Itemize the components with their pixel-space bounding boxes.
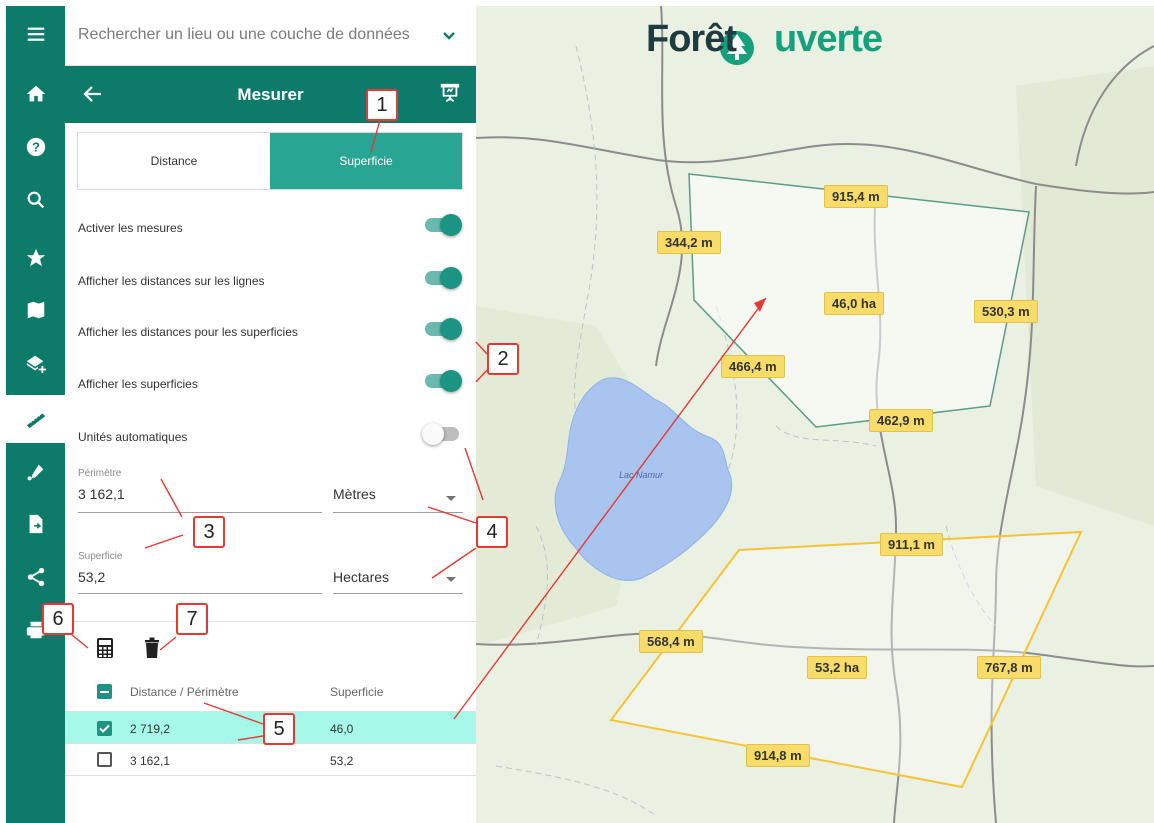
svg-text:?: ? <box>32 140 40 155</box>
measure-mode-tabs: Distance Superficie <box>77 132 463 190</box>
map-distance-label: 767,8 m <box>977 656 1041 679</box>
select-all-checkbox[interactable] <box>97 684 112 699</box>
menu-icon[interactable] <box>6 10 65 58</box>
toggle-row-distances-lignes: Afficher les distances sur les lignes <box>78 265 468 295</box>
presentation-icon[interactable] <box>439 82 461 104</box>
map-distance-label: 914,8 m <box>746 744 810 767</box>
column-header-distance: Distance / Périmètre <box>130 685 239 699</box>
draw-icon[interactable] <box>6 448 65 496</box>
panel-header: Mesurer <box>65 66 476 123</box>
lake-label: Lac Namur <box>619 470 664 480</box>
toggle-row-unites-auto: Unités automatiques <box>78 421 468 451</box>
foret-ouverte-logo: Forêt uverte <box>646 18 883 60</box>
callout-1: 1 <box>366 89 398 121</box>
chevron-down-icon[interactable] <box>446 496 456 501</box>
area-field[interactable]: 53,2 <box>78 569 105 585</box>
callout-2: 2 <box>487 343 519 375</box>
map-distance-label: 344,2 m <box>657 231 721 254</box>
panel-title: Mesurer <box>237 85 304 104</box>
chevron-down-icon[interactable] <box>446 577 456 582</box>
search-bar[interactable]: Rechercher un lieu ou une couche de donn… <box>65 6 476 66</box>
map-area-label: 46,0 ha <box>824 292 885 315</box>
row-distance: 2 719,2 <box>130 722 171 736</box>
toggle-row-superficies: Afficher les superficies <box>78 368 468 398</box>
map-area-label: 53,2 ha <box>807 656 868 679</box>
trash-icon[interactable] <box>142 637 162 659</box>
map-distance-label: 911,1 m <box>880 533 943 556</box>
callout-7: 7 <box>176 603 208 635</box>
distances-lignes-switch[interactable] <box>425 267 462 289</box>
perimeter-unit-select[interactable]: Mètres <box>333 486 376 502</box>
map-icon[interactable] <box>6 286 65 334</box>
superficies-switch[interactable] <box>425 370 462 392</box>
help-icon[interactable]: ? <box>6 123 65 171</box>
toggle-label: Afficher les distances pour les superfic… <box>78 325 298 339</box>
map-distance-label: 462,9 m <box>869 409 933 432</box>
toggle-label: Unités automatiques <box>78 430 188 444</box>
map-distance-label: 466,4 m <box>721 355 785 378</box>
chevron-down-icon[interactable] <box>441 28 457 44</box>
ruler-icon[interactable] <box>6 395 65 443</box>
star-icon[interactable] <box>6 234 65 282</box>
map-canvas[interactable] <box>476 6 1154 823</box>
toggle-label: Afficher les superficies <box>78 377 198 391</box>
row-area: 53,2 <box>330 754 354 768</box>
callout-4: 4 <box>476 516 508 548</box>
area-unit-select[interactable]: Hectares <box>333 569 389 585</box>
map-distance-label: 530,3 m <box>974 300 1038 323</box>
toggle-label: Afficher les distances sur les lignes <box>78 274 265 288</box>
map-distance-label: 568,4 m <box>639 630 703 653</box>
add-layer-icon[interactable] <box>6 340 65 388</box>
perimeter-label: Périmètre <box>78 468 122 479</box>
share-icon[interactable] <box>6 553 65 601</box>
row-checkbox[interactable] <box>97 752 112 767</box>
toggle-row-distances-superficies: Afficher les distances pour les superfic… <box>78 316 468 346</box>
export-file-icon[interactable] <box>6 500 65 548</box>
toggle-label: Activer les mesures <box>78 221 183 235</box>
area-label: Superficie <box>78 551 123 562</box>
calculator-icon[interactable] <box>95 637 115 659</box>
app-window: ? Rechercher un lieu ou une couche de do… <box>0 0 1154 823</box>
row-area: 46,0 <box>330 722 354 736</box>
table-header: Distance / Périmètre Superficie <box>65 672 476 712</box>
column-header-superficie: Superficie <box>330 685 384 699</box>
tab-superficie[interactable]: Superficie <box>270 133 462 189</box>
callout-6: 6 <box>42 603 74 635</box>
toggle-row-activer-mesures: Activer les mesures <box>78 212 468 242</box>
search-icon[interactable] <box>6 176 65 224</box>
measure-panel: Mesurer Distance Superficie Activer les … <box>65 66 476 823</box>
unites-auto-switch[interactable] <box>422 423 459 445</box>
table-row[interactable]: 3 162,1 53,2 <box>65 744 476 776</box>
left-toolbar: ? <box>6 6 65 823</box>
callout-5: 5 <box>263 713 295 745</box>
map-view[interactable]: Forêt uverte Lac Namur 915,4 m 344,2 m 46… <box>476 6 1154 823</box>
callout-3: 3 <box>193 516 225 548</box>
perimeter-field[interactable]: 3 162,1 <box>78 486 125 502</box>
search-input[interactable]: Rechercher un lieu ou une couche de donn… <box>78 26 410 44</box>
tab-distance[interactable]: Distance <box>78 133 270 189</box>
activer-mesures-switch[interactable] <box>425 214 462 236</box>
home-icon[interactable] <box>6 70 65 118</box>
row-distance: 3 162,1 <box>130 754 171 768</box>
row-checkbox[interactable] <box>97 721 112 736</box>
distances-superficies-switch[interactable] <box>425 318 462 340</box>
map-distance-label: 915,4 m <box>824 185 888 208</box>
